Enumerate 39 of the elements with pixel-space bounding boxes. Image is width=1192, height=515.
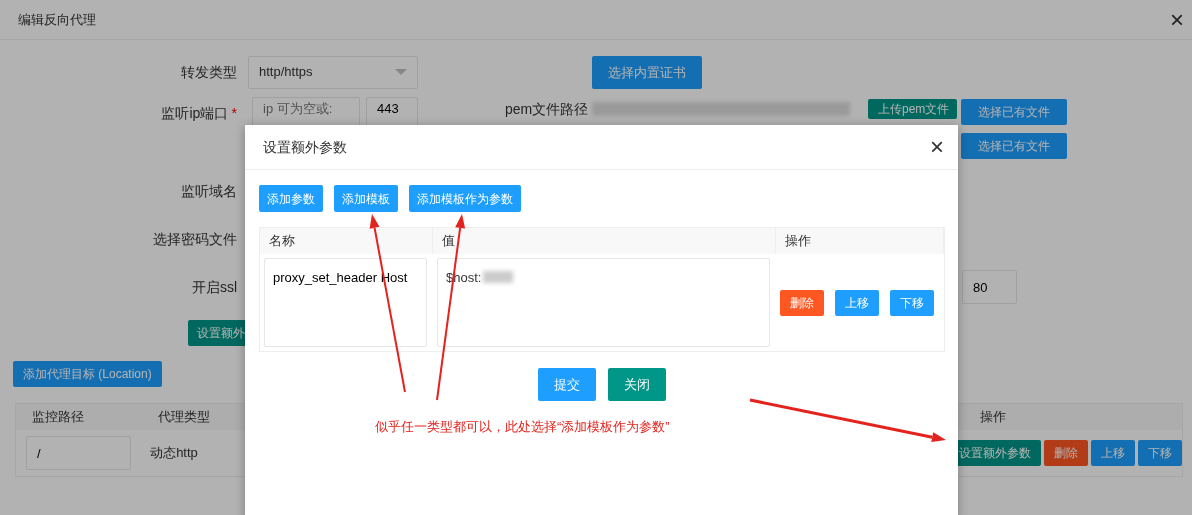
field-label: 监听域名 — [180, 181, 237, 201]
close-button[interactable]: × — [930, 135, 944, 159]
cert-button[interactable]: 选择内置证书 — [592, 55, 702, 89]
modal-title: 设置额外参数 — [263, 137, 347, 157]
dialog-title: 编辑反向代理 — [18, 10, 96, 29]
toolbar-button[interactable]: 添加模板 — [334, 185, 398, 212]
choose-file-button[interactable]: 选择已有文件 — [961, 133, 1067, 159]
required-mark: * — [231, 104, 237, 123]
field-label: 转发类型 — [180, 62, 237, 82]
field-label: pem文件路径 — [505, 101, 590, 117]
move-button[interactable]: 下移 — [1138, 440, 1182, 466]
settings-button[interactable]: 设置额外 — [188, 320, 245, 346]
upload-button[interactable]: 上传pem文件 — [868, 99, 957, 119]
delete-button[interactable]: 删除 — [780, 289, 824, 316]
path-input[interactable]: / — [26, 436, 131, 470]
field-label: 监听ip端口 — [161, 104, 229, 123]
annotation-text: 似乎任一类型都可以，此处选择“添加模板作为参数” — [375, 418, 670, 436]
column-header: 监控路径 — [32, 409, 84, 425]
caret-icon — [395, 69, 407, 75]
move-button[interactable]: 下移 — [890, 289, 934, 316]
column-header: 操作 — [980, 409, 1006, 425]
toolbar-button[interactable]: 添加参数 — [259, 185, 323, 212]
submit-button[interactable]: 提交 — [537, 368, 596, 401]
choose-file-button[interactable]: 选择已有文件 — [961, 99, 1067, 125]
port-input[interactable]: 80 — [962, 270, 1017, 304]
column-header: 操作 — [776, 228, 944, 254]
add-location-button[interactable]: 添加代理目标 (Location) — [13, 361, 162, 387]
field-label: 选择密码文件 — [152, 229, 237, 249]
blurred-text — [483, 271, 514, 283]
column-header: 代理类型 — [158, 409, 210, 425]
close-button[interactable]: 关闭 — [607, 368, 666, 401]
field-label: 开启ssl — [190, 277, 237, 297]
move-button[interactable]: 上移 — [835, 289, 879, 316]
close-button[interactable]: × — [1170, 7, 1184, 32]
select-field[interactable]: http/https — [248, 55, 418, 89]
delete-button[interactable]: 删除 — [1044, 440, 1088, 466]
toolbar-button[interactable]: 添加模板作为参数 — [409, 185, 521, 212]
move-button[interactable]: 上移 — [1091, 440, 1135, 466]
table-cell: 动态http — [150, 445, 198, 461]
